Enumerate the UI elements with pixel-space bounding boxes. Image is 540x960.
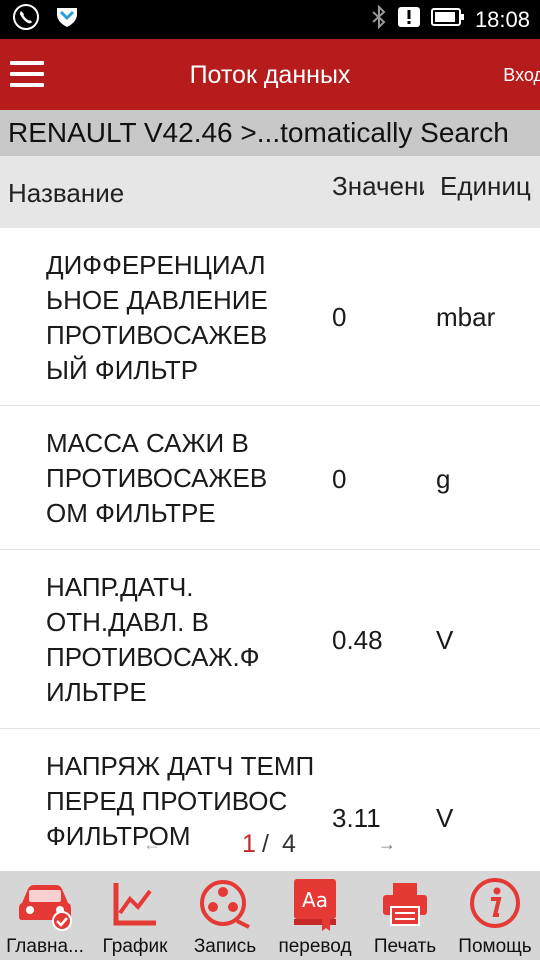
data-list[interactable]: ДИФФЕРЕНЦИАЛ ЬНОЕ ДАВЛЕНИЕ ПРОТИВОСАЖЕВ … <box>0 228 540 871</box>
row-value: 0.48 <box>332 625 383 655</box>
record-button[interactable]: Запись <box>180 871 270 960</box>
row-value: 0 <box>332 464 347 494</box>
toolbar-label: Главна... <box>6 936 84 957</box>
row-unit: g <box>436 464 451 494</box>
table-row[interactable]: МАССА САЖИ В ПРОТИВОСАЖЕВ ОМ ФИЛЬТРЕ 0 g <box>0 406 540 550</box>
help-button[interactable]: Помощь <box>450 871 540 960</box>
translate-button[interactable]: Aa перевод <box>270 871 360 960</box>
printer-icon <box>383 883 427 926</box>
header-value: Значение <box>332 171 424 201</box>
current-page: 1 <box>242 830 256 858</box>
clock: 18:08 <box>474 6 530 32</box>
breadcrumb: RENAULT V42.46 >...tomatically Search <box>0 110 540 156</box>
table-row[interactable]: НАПР.ДАТЧ. ОТН.ДАВЛ. В ПРОТИВОСАЖ.Ф ИЛЬТ… <box>0 550 540 729</box>
home-button[interactable]: Главна... <box>0 871 90 960</box>
toolbar-label: Печать <box>373 936 437 957</box>
table-row[interactable]: ДИФФЕРЕНЦИАЛ ЬНОЕ ДАВЛЕНИЕ ПРОТИВОСАЖЕВ … <box>0 228 540 406</box>
row-name: МАССА САЖИ В ПРОТИВОСАЖЕВ ОМ ФИЛЬТРЕ <box>46 428 268 528</box>
row-value: 0 <box>332 302 347 332</box>
row-name: ДИФФЕРЕНЦИАЛ ЬНОЕ ДАВЛЕНИЕ ПРОТИВОСАЖЕВ … <box>46 250 268 385</box>
toolbar-label: График <box>102 936 168 957</box>
prev-page-icon[interactable]: ← <box>143 834 161 855</box>
toolbar-label: перевод <box>278 936 352 957</box>
enter-button[interactable]: Вход <box>503 65 540 86</box>
row-unit: V <box>436 625 454 655</box>
toolbar-label: Помощь <box>458 936 532 957</box>
viber-icon <box>12 3 40 36</box>
row-name: НАПР.ДАТЧ. ОТН.ДАВЛ. В ПРОТИВОСАЖ.Ф ИЛЬТ… <box>46 572 260 707</box>
shield-icon <box>54 4 80 35</box>
battery-icon <box>430 7 465 32</box>
chart-icon <box>113 883 156 926</box>
header-unit: Единица <box>440 171 532 201</box>
bottom-toolbar: Главна... График Запись Aa перевод Печат… <box>0 871 540 960</box>
record-reel-icon <box>200 880 250 929</box>
info-icon <box>470 878 520 928</box>
page-separator: / <box>262 830 269 858</box>
page-title: Поток данных <box>189 61 351 89</box>
car-check-icon <box>19 885 72 931</box>
row-unit: mbar <box>436 302 496 332</box>
toolbar-label: Запись <box>193 936 257 957</box>
chart-button[interactable]: График <box>90 871 180 960</box>
table-header: Название Значение Единица <box>0 156 540 228</box>
translate-icon: Aa <box>294 879 336 931</box>
alert-icon <box>397 6 421 33</box>
total-pages: 4 <box>282 830 296 858</box>
svg-text:Aa: Aa <box>302 888 328 912</box>
pager: ← 1 / 4 → <box>0 828 540 862</box>
bluetooth-icon <box>371 4 387 34</box>
next-page-icon[interactable]: → <box>378 834 396 855</box>
header-name: Название <box>8 178 125 208</box>
status-bar: 18:08 <box>0 0 540 39</box>
print-button[interactable]: Печать <box>360 871 450 960</box>
app-bar: Поток данных Вход <box>0 39 540 110</box>
